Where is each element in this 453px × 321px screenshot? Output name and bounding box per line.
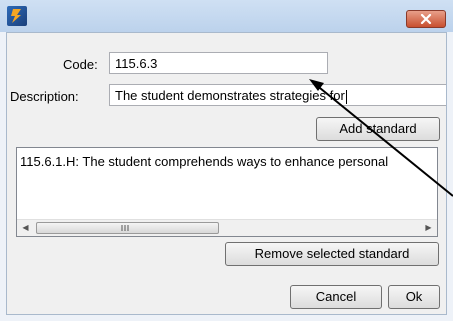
code-value: 115.6.3 (115, 56, 158, 71)
cancel-button[interactable]: Cancel (290, 285, 382, 309)
remove-selected-standard-button[interactable]: Remove selected standard (225, 242, 439, 266)
scroll-left-icon[interactable]: ◀ (17, 220, 34, 236)
list-item[interactable]: 115.6.1.H: The student comprehends ways … (20, 154, 388, 169)
ok-button[interactable]: Ok (388, 285, 440, 309)
horizontal-scrollbar[interactable]: ◀ ▶ (17, 219, 437, 236)
scroll-right-icon[interactable]: ▶ (420, 220, 437, 236)
app-logo-icon (7, 6, 27, 26)
scrollbar-thumb[interactable] (36, 222, 219, 234)
description-value: The student demonstrates strategies for (115, 88, 345, 103)
title-bar[interactable] (0, 0, 453, 32)
close-button[interactable] (406, 10, 446, 28)
description-label: Description: (10, 89, 79, 104)
grip-icon (121, 225, 129, 231)
code-field[interactable]: 115.6.3 (109, 52, 328, 74)
text-caret (345, 89, 347, 104)
add-standard-button[interactable]: Add standard (316, 117, 440, 141)
dialog-window: Code: 115.6.3 Description: The student d… (0, 0, 453, 321)
code-label: Code: (63, 57, 98, 72)
standards-list[interactable]: 115.6.1.H: The student comprehends ways … (16, 147, 438, 237)
description-field[interactable]: The student demonstrates strategies for (109, 84, 446, 106)
close-icon (420, 14, 432, 24)
dialog-body: Code: 115.6.3 Description: The student d… (6, 32, 447, 315)
